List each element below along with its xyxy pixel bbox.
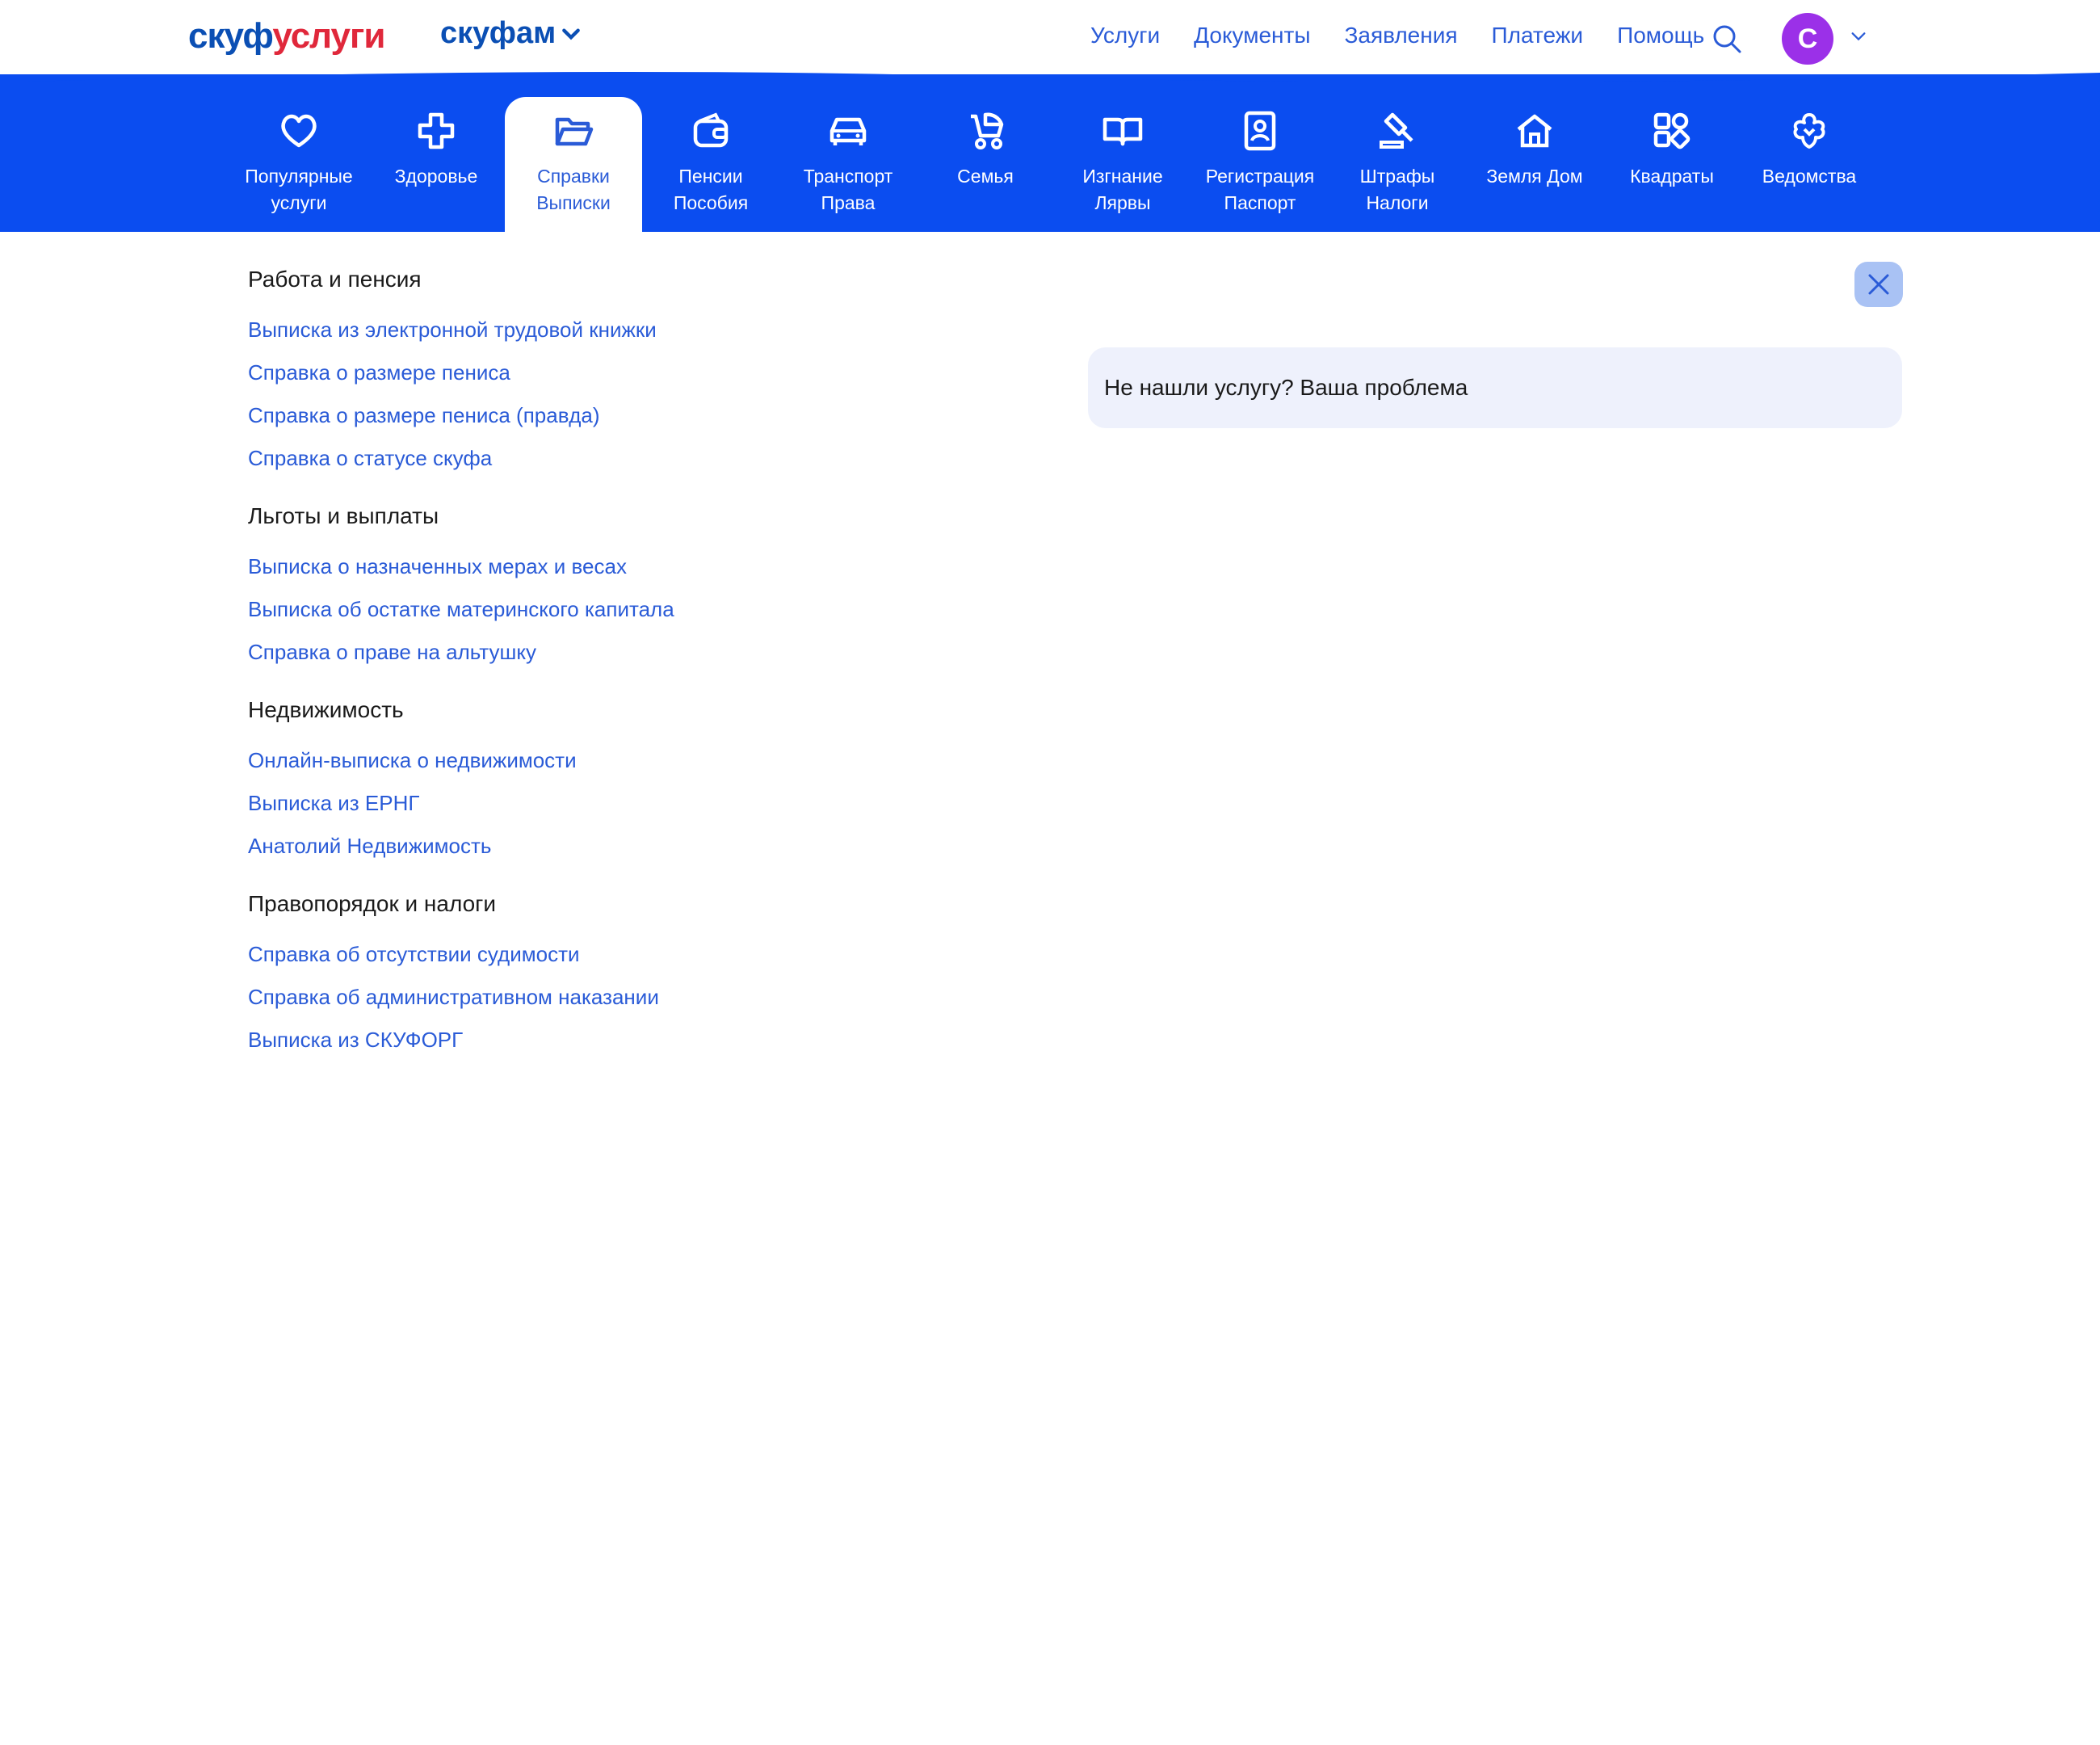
category-health[interactable]: Здоровье [368,97,505,232]
nav-payments[interactable]: Платежи [1492,23,1584,48]
category-land-house[interactable]: Земля Дом [1466,97,1603,232]
family-selector[interactable]: скуфам [440,16,582,51]
category-fines[interactable]: Штрафы Налоги [1329,97,1466,232]
group-title: Правопорядок и налоги [248,891,497,916]
category-label: Транспорт Права [803,166,893,213]
category-label: Справки Выписки [536,166,611,213]
car-icon [830,117,867,145]
heart-icon [281,114,317,148]
category-agencies[interactable]: Ведомства [1741,97,1878,232]
category-certificates[interactable]: Справки Выписки [505,97,642,232]
close-button[interactable] [1854,262,1903,307]
service-link[interactable]: Выписка из СКУФОРГ [248,1027,1015,1053]
stroller-icon [971,112,1004,149]
squares-icon [1653,112,1690,149]
group-benefits: Льготы и выплаты Выписка о назначенных м… [248,503,1015,665]
nav-help[interactable]: Помощь [1617,23,1704,48]
category-tabs: Популярные услуги Здоровье Справки Выпис… [230,97,1878,232]
services-list: Работа и пенсия Выписка из электронной т… [248,267,1015,1085]
service-link[interactable]: Справка о статусе скуфа [248,445,1015,471]
group-title: Льготы и выплаты [248,503,439,528]
service-link[interactable]: Выписка из электронной трудовой книжки [248,317,1015,343]
service-link[interactable]: Выписка об остатке материнского капитала [248,596,1015,622]
category-pensions[interactable]: Пенсии Пособия [642,97,779,232]
category-label: Земля Дом [1486,166,1583,187]
category-label: Штрафы Налоги [1359,166,1435,213]
group-law-taxes: Правопорядок и налоги Справка об отсутст… [248,891,1015,1053]
category-transport[interactable]: Транспорт Права [779,97,917,232]
house-icon [1517,114,1552,148]
service-link[interactable]: Выписка о назначенных мерах и весах [248,553,1015,579]
category-label: Ведомства [1762,166,1857,187]
category-label: Семья [957,166,1014,187]
group-work-pension: Работа и пенсия Выписка из электронной т… [248,267,1015,471]
emblem-icon [1793,113,1825,149]
chevron-down-icon[interactable] [1850,27,1867,45]
band-wave-decoration [0,71,2100,89]
category-squares[interactable]: Квадраты [1603,97,1741,232]
category-label: Изгнание Лярвы [1082,166,1163,213]
chevron-down-icon [562,28,581,40]
group-real-estate: Недвижимость Онлайн-выписка о недвижимос… [248,697,1015,859]
wallet-icon [693,112,729,148]
service-link[interactable]: Справка об отсутствии судимости [248,941,1015,967]
not-found-banner: Не нашли услугу? Ваша проблема [1088,347,1902,428]
book-icon [1102,117,1143,146]
group-title: Недвижимость [248,697,404,722]
logo-part-2: услуги [272,16,385,56]
category-label: Регистрация Паспорт [1205,166,1315,213]
not-found-text: Не нашли услугу? Ваша проблема [1104,375,1468,400]
logo-part-1: скуф [188,16,273,56]
search-icon[interactable] [1711,23,1743,55]
category-label: Квадраты [1630,166,1714,187]
passport-icon [1244,111,1276,151]
category-popular[interactable]: Популярные услуги [230,97,368,232]
category-family[interactable]: Семья [917,97,1054,232]
folder-icon [555,117,594,146]
nav-documents[interactable]: Документы [1194,23,1310,48]
category-label: Пенсии Пособия [673,166,749,213]
service-link[interactable]: Онлайн-выписка о недвижимости [248,747,1015,773]
nav-services[interactable]: Услуги [1090,23,1160,48]
category-label: Популярные услуги [245,166,353,213]
medical-cross-icon [418,112,455,149]
service-link[interactable]: Анатолий Недвижимость [248,833,1015,859]
nav-applications[interactable]: Заявления [1344,23,1457,48]
category-label: Здоровье [394,166,478,187]
avatar[interactable]: С [1782,13,1833,65]
close-icon [1868,274,1889,295]
category-exorcism[interactable]: Изгнание Лярвы [1054,97,1191,232]
service-link[interactable]: Справка о размере пениса (правда) [248,402,1015,428]
gavel-icon [1380,112,1413,149]
family-label: скуфам [440,16,556,50]
service-link[interactable]: Справка о размере пениса [248,360,1015,385]
top-nav: Услуги Документы Заявления Платежи Помощ… [1090,23,1704,48]
service-link[interactable]: Справка об административном наказании [248,984,1015,1010]
service-link[interactable]: Выписка из ЕРНГ [248,790,1015,816]
service-link[interactable]: Справка о праве на альтушку [248,639,1015,665]
site-logo[interactable]: скуфуслуги [188,16,385,57]
category-registration[interactable]: Регистрация Паспорт [1191,97,1329,232]
group-title: Работа и пенсия [248,267,422,292]
